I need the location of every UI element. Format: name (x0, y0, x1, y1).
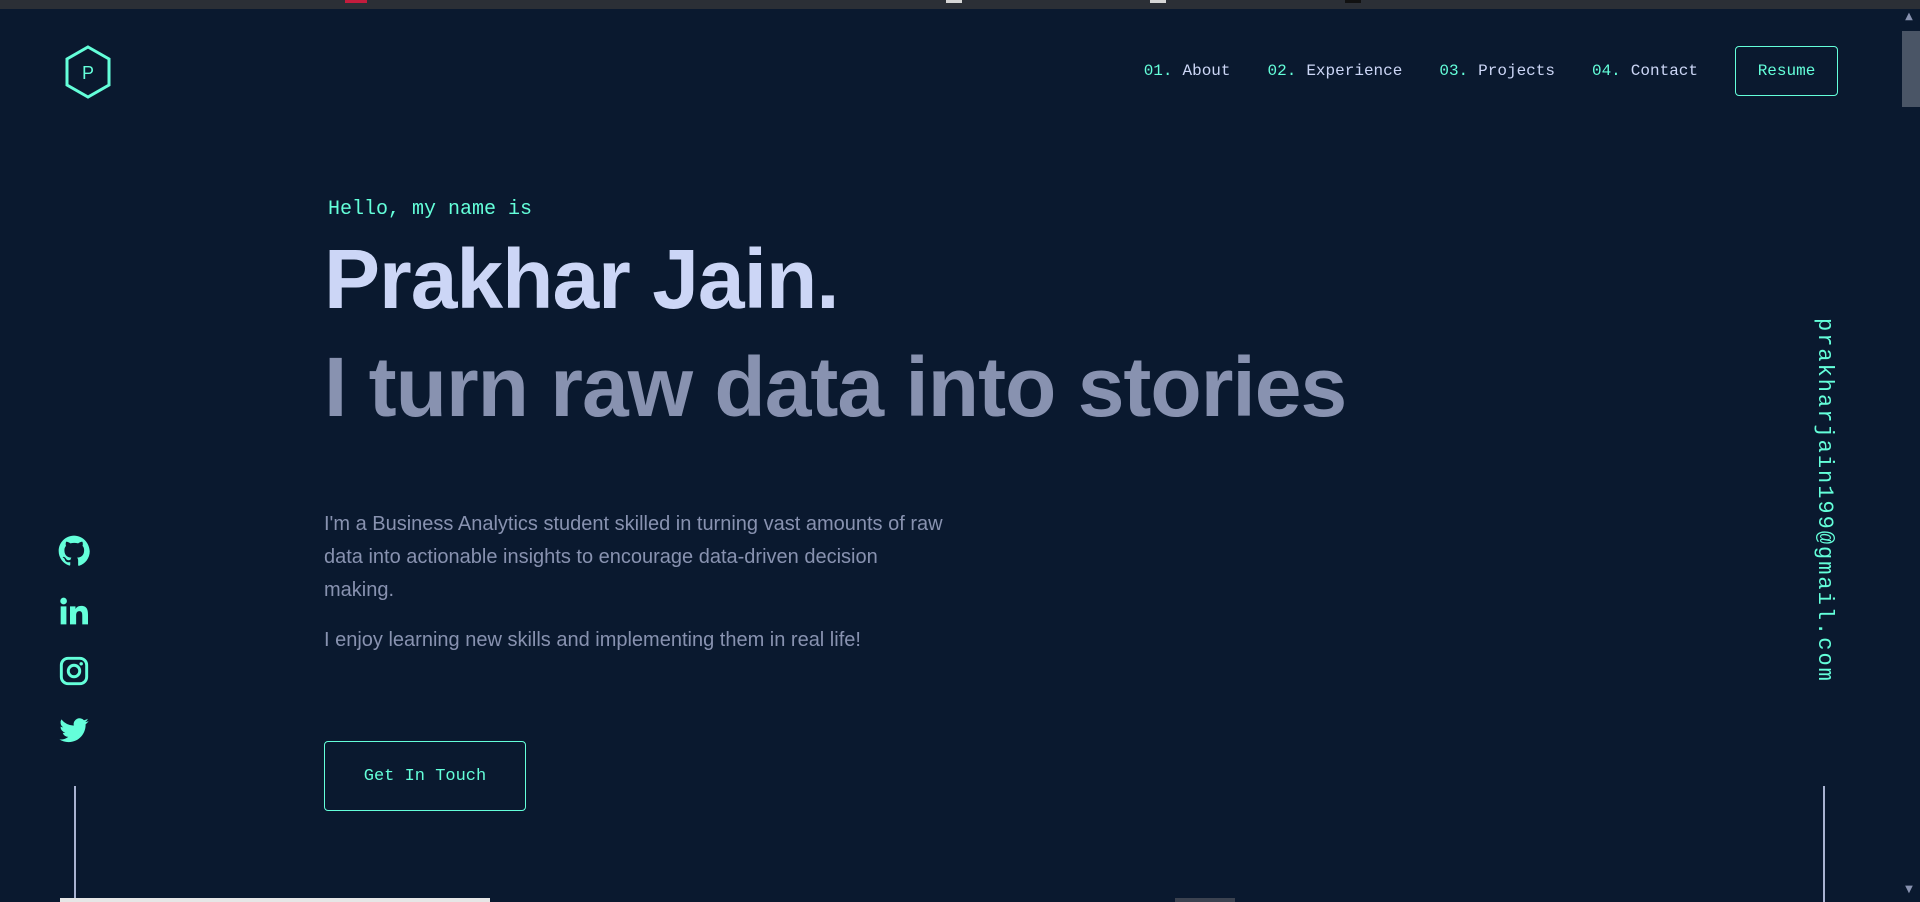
nav-label: About (1182, 62, 1231, 80)
logo-letter: P (82, 63, 94, 83)
hexagon-logo-icon: P (65, 45, 111, 99)
hero-greeting: Hello, my name is (328, 198, 533, 221)
left-divider-line (74, 786, 76, 902)
tab-indicator (345, 0, 367, 3)
resume-button[interactable]: Resume (1735, 46, 1838, 96)
tab-indicator (1345, 0, 1361, 3)
nav-number: 04. (1591, 62, 1621, 80)
logo[interactable]: P (64, 45, 112, 99)
scroll-up-arrow-icon[interactable]: ▲ (1903, 11, 1915, 23)
social-links (56, 534, 92, 748)
nav-number: 02. (1267, 62, 1297, 80)
instagram-icon[interactable] (56, 654, 92, 688)
right-divider-line (1823, 786, 1825, 902)
email-link[interactable]: prakharjain199@gmail.com (1812, 318, 1837, 683)
horizontal-scroll-track (1175, 898, 1235, 902)
twitter-icon[interactable] (56, 714, 92, 748)
browser-top-strip (0, 0, 1920, 9)
github-icon[interactable] (56, 534, 92, 568)
nav-number: 01. (1143, 62, 1173, 80)
bio-paragraph: I enjoy learning new skills and implemen… (324, 629, 861, 651)
hero-section: Hello, my name is Prakhar Jain. I turn r… (324, 198, 1347, 437)
nav-label: Experience (1306, 62, 1403, 80)
scroll-down-arrow-icon[interactable]: ▼ (1903, 884, 1915, 896)
tab-indicator (1150, 0, 1166, 3)
vertical-scrollbar[interactable]: ▲ ▼ (1898, 9, 1920, 902)
nav-projects[interactable]: 03. Projects (1439, 46, 1555, 96)
hero-bio: I'm a Business Analytics student skilled… (324, 508, 944, 657)
nav-about[interactable]: 01. About (1144, 46, 1231, 96)
nav-label: Contact (1630, 62, 1698, 80)
linkedin-icon[interactable] (56, 594, 92, 628)
main-nav: 01. About 02. Experience 03. Projects 04… (1144, 46, 1838, 96)
nav-label: Projects (1478, 62, 1555, 80)
scrollbar-thumb[interactable] (1902, 31, 1920, 107)
horizontal-scroll-thumb[interactable] (60, 898, 490, 902)
tab-indicator (946, 0, 962, 3)
get-in-touch-button[interactable]: Get In Touch (324, 741, 526, 811)
bio-paragraph: I'm a Business Analytics student skilled… (324, 513, 943, 601)
hero-name: Prakhar Jain. (324, 232, 840, 326)
nav-experience[interactable]: 02. Experience (1268, 46, 1403, 96)
hero-tagline: I turn raw data into stories (324, 340, 1347, 434)
nav-contact[interactable]: 04. Contact (1592, 46, 1698, 96)
nav-number: 03. (1439, 62, 1469, 80)
